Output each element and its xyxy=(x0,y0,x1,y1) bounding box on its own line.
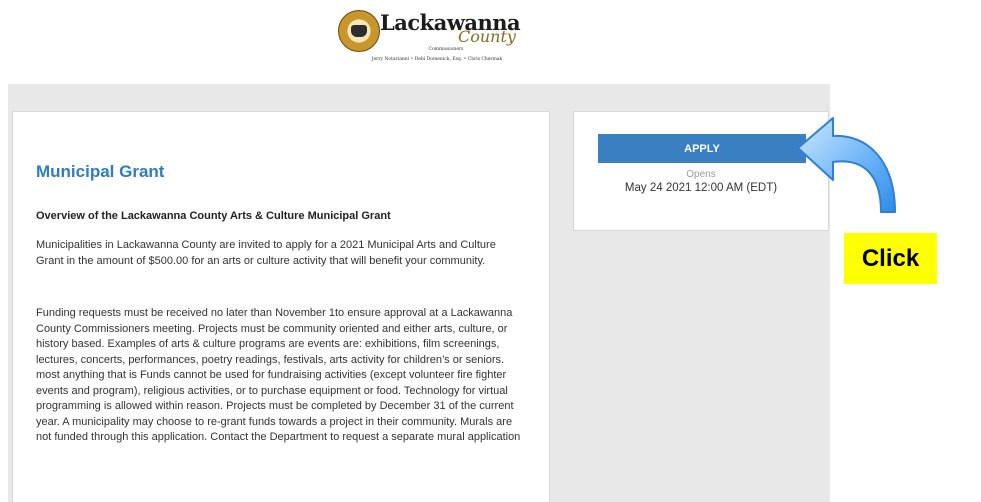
apply-button[interactable]: APPLY xyxy=(598,134,806,163)
description-paragraph-1: Municipalities in Lackawanna County are … xyxy=(36,239,496,267)
click-callout: Click xyxy=(844,233,937,284)
logo-subtitle: Commissioners xyxy=(428,47,464,52)
page-header: Lackawanna County Commissioners Jerry No… xyxy=(0,0,981,84)
opens-date: May 24 2021 12:00 AM (EDT) xyxy=(624,182,778,194)
county-seal-icon xyxy=(338,10,380,52)
grant-description-panel: Municipal Grant Overview of the Lackawan… xyxy=(12,111,550,502)
curved-arrow-icon xyxy=(797,117,896,213)
apply-panel: APPLY Opens May 24 2021 12:00 AM (EDT) xyxy=(573,111,829,231)
logo-officials: Jerry Notarianni • Debi Domenick, Esq. •… xyxy=(371,57,503,62)
description-paragraph-2: Funding requests must be received no lat… xyxy=(36,307,521,443)
page-title: Municipal Grant xyxy=(36,162,165,181)
opens-label: Opens xyxy=(686,169,716,180)
lackawanna-county-logo[interactable]: Lackawanna County Commissioners Jerry No… xyxy=(338,8,538,68)
overview-heading: Overview of the Lackawanna County Arts &… xyxy=(36,210,391,222)
logo-script: County xyxy=(458,27,516,46)
